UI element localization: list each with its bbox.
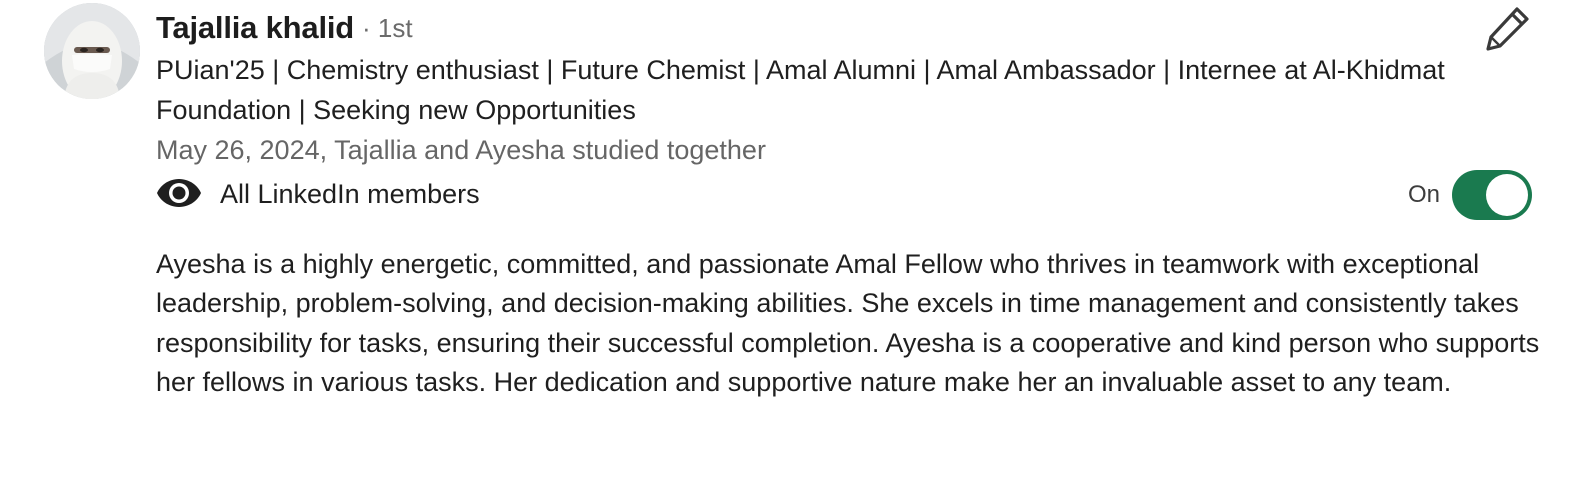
visibility-row: All LinkedIn members On xyxy=(156,170,1556,220)
avatar[interactable] xyxy=(44,3,140,99)
recommendation-content: Tajallia khalid · 1st PUian'25 | Chemist… xyxy=(156,0,1556,403)
name-row: Tajallia khalid · 1st xyxy=(156,0,1556,56)
recommendation-card: Tajallia khalid · 1st PUian'25 | Chemist… xyxy=(0,0,1594,485)
recommender-headline: PUian'25 | Chemistry enthusiast | Future… xyxy=(156,55,1445,125)
pencil-icon xyxy=(1486,7,1529,51)
relationship-info: May 26, 2024, Tajallia and Ayesha studie… xyxy=(156,135,766,165)
toggle-knob xyxy=(1486,174,1528,216)
recommendation-text: Ayesha is a highly energetic, committed,… xyxy=(156,249,1540,398)
recommender-name[interactable]: Tajallia khalid xyxy=(156,10,354,46)
toggle-state-label: On xyxy=(1408,181,1441,208)
visibility-toggle[interactable] xyxy=(1452,170,1532,220)
edit-button[interactable] xyxy=(1484,4,1532,52)
visibility-label: All LinkedIn members xyxy=(220,179,480,209)
eye-icon xyxy=(156,176,202,210)
avatar-image xyxy=(44,3,140,99)
connection-degree: · 1st xyxy=(362,12,413,43)
